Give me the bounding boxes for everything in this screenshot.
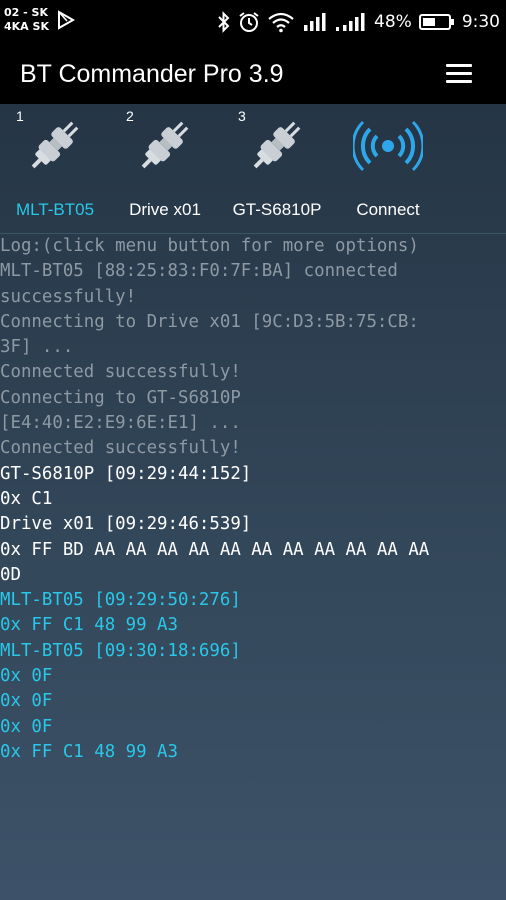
- app-title: BT Commander Pro 3.9: [20, 60, 284, 88]
- log-line: MLT-BT05 [09:30:18:696]: [0, 640, 241, 661]
- log-line: 0x FF BD AA AA AA AA AA AA AA AA AA AA A…: [0, 539, 430, 560]
- log-output: Log:(click menu button for more options)…: [0, 234, 506, 765]
- alarm-icon: [239, 12, 259, 32]
- log-line: Connected successfully!: [0, 438, 241, 459]
- plug-icon: [31, 121, 79, 169]
- log-line: 3F] ...: [0, 337, 74, 358]
- main-content: 1 MLT-BT05 2 Drive x01 3 GT-S6810P Conne…: [0, 104, 506, 900]
- device-slot-3[interactable]: 3 GT-S6810P: [222, 104, 332, 228]
- log-line: Drive x01 [09:29:46:539]: [0, 514, 252, 535]
- log-line: successfully!: [0, 286, 137, 307]
- log-line: GT-S6810P [09:29:44:152]: [0, 463, 252, 484]
- carrier-info: 02 - SK 4KA SK: [4, 6, 49, 34]
- log-line: [E4:40:E2:E9:6E:E1] ...: [0, 413, 241, 434]
- status-bar: 02 - SK 4KA SK 48% 9:30: [0, 0, 506, 44]
- log-line: MLT-BT05 [88:25:83:F0:7F:BA] connected: [0, 261, 398, 282]
- device-slot-1[interactable]: 1 MLT-BT05: [0, 104, 110, 228]
- device-label-gt-s6810p: GT-S6810P: [232, 200, 322, 219]
- status-icons: 48% 9:30: [217, 8, 500, 36]
- battery-icon: [418, 14, 454, 30]
- bluetooth-icon: [218, 11, 230, 33]
- battery-percent: 48%: [374, 12, 412, 32]
- log-line: 0x 0F: [0, 666, 53, 687]
- log-line: Connecting to Drive x01 [9C:D3:5B:75:CB:: [0, 311, 419, 332]
- log-line: 0D: [0, 564, 21, 585]
- log-line: Log:(click menu button for more options): [0, 236, 419, 256]
- device-label-mlt-bt05: MLT-BT05: [15, 200, 95, 219]
- log-line: 0x FF C1 48 99 A3: [0, 615, 178, 636]
- log-line: Connecting to GT-S6810P: [0, 387, 241, 408]
- bluetooth-signal-icon: [353, 120, 423, 172]
- signal-icon: [304, 13, 326, 31]
- device-bar: 1 MLT-BT05 2 Drive x01 3 GT-S6810P Conne…: [0, 104, 506, 232]
- device-label-drive-x01: Drive x01: [129, 200, 201, 219]
- plug-icon: [141, 121, 189, 169]
- log-line: 0x 0F: [0, 716, 53, 737]
- clock: 9:30: [461, 12, 500, 32]
- connect-label: Connect: [356, 200, 420, 219]
- carrier-line-1: 02 - SK: [4, 6, 48, 19]
- carrier-line-2: 4KA SK: [4, 20, 49, 33]
- log-line: Connected successfully!: [0, 362, 241, 383]
- plug-icon: [253, 121, 301, 169]
- log-line: MLT-BT05 [09:29:50:276]: [0, 590, 241, 611]
- signal-icon-2: [336, 13, 365, 31]
- device-slot-2[interactable]: 2 Drive x01: [110, 104, 220, 228]
- connect-button[interactable]: Connect: [333, 104, 443, 228]
- hamburger-menu-icon[interactable]: [446, 64, 472, 84]
- play-store-icon: [58, 10, 76, 30]
- log-line: 0x C1: [0, 488, 53, 509]
- wifi-icon: [268, 12, 294, 33]
- log-line: 0x FF C1 48 99 A3: [0, 741, 178, 762]
- app-bar: BT Commander Pro 3.9: [0, 44, 506, 104]
- log-line: 0x 0F: [0, 691, 53, 712]
